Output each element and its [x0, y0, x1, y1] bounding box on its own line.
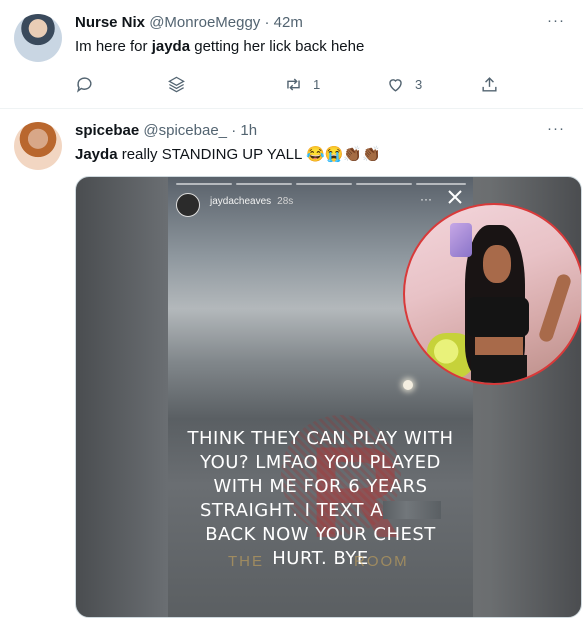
story-progress-bar	[176, 183, 232, 185]
tweet-media-image[interactable]: jaydacheaves 28s ··· R THINK THEY CAN PLA…	[75, 176, 582, 618]
story-progress-bar	[236, 183, 292, 185]
separator: ·	[231, 122, 237, 139]
story-avatar	[176, 193, 200, 217]
tweet-text-post: really STANDING UP YALL 😂😭👏🏾👏🏾	[117, 146, 381, 163]
phone	[450, 223, 472, 257]
more-options-icon[interactable]: ···	[547, 12, 565, 29]
share-stack-button[interactable]	[167, 72, 186, 96]
like-count: 3	[415, 76, 423, 92]
caption-line: STRAIGHT. I TEXT A	[174, 499, 467, 523]
display-name[interactable]: Nurse Nix	[75, 14, 145, 31]
watermark-text: THE ROOM	[228, 553, 409, 570]
inset-photo	[403, 203, 581, 385]
caption-line: BACK NOW YOUR CHEST	[205, 524, 436, 545]
timestamp[interactable]: 42m	[274, 14, 303, 31]
avatar[interactable]	[14, 14, 62, 62]
tweet-text-bold: Jayda	[75, 146, 118, 163]
tweet-text-post: getting her lick back hehe	[190, 38, 365, 55]
retweet-icon	[287, 77, 300, 91]
share-icon	[482, 76, 497, 92]
separator: ·	[264, 14, 270, 31]
tweet-text: Jayda really STANDING UP YALL 😂😭👏🏾👏🏾	[75, 145, 381, 165]
arm	[537, 272, 573, 344]
layers-icon	[168, 76, 185, 92]
caption-line-text: STRAIGHT. I TEXT A	[199, 500, 384, 521]
tweet-text-bold: jayda	[151, 38, 191, 55]
share-button[interactable]	[480, 72, 499, 96]
face	[483, 245, 511, 283]
story-caption: THINK THEY CAN PLAY WITH YOU? LMFAO YOU …	[174, 427, 467, 571]
story-username-text: jaydacheaves	[210, 196, 272, 207]
story-username: jaydacheaves 28s	[210, 196, 293, 207]
watermark-left: THE	[228, 553, 264, 570]
story-progress-bar	[356, 183, 412, 185]
timestamp[interactable]: 1h	[240, 122, 257, 139]
story-time: 28s	[277, 196, 294, 207]
light-spot	[403, 380, 413, 390]
tweet-actions: 1 3	[75, 72, 515, 96]
retweet-button[interactable]: 1	[284, 72, 320, 96]
retweet-count: 1	[313, 76, 321, 92]
story-progress-bar	[416, 183, 466, 185]
like-button[interactable]: 3	[386, 72, 422, 96]
tweet[interactable]: spicebae @spicebae_ · 1h ··· Jayda reall…	[0, 109, 583, 618]
caption-line: WITH ME FOR 6 YEARS	[213, 476, 428, 497]
watermark-right: ROOM	[354, 553, 409, 570]
tweet-text: Im here for jayda getting her lick back …	[75, 37, 364, 57]
more-options-icon[interactable]: ···	[547, 120, 565, 137]
user-handle[interactable]: @spicebae_	[143, 122, 227, 139]
reply-icon	[76, 76, 92, 93]
user-handle[interactable]: @MonroeMeggy	[149, 14, 260, 31]
caption-line: THINK THEY CAN PLAY WITH	[187, 428, 454, 449]
caption-line: YOU? LMFAO YOU PLAYED	[200, 452, 441, 473]
heart-icon	[389, 78, 402, 92]
pants	[471, 355, 527, 383]
display-name[interactable]: spicebae	[75, 122, 139, 139]
close-icon	[448, 190, 462, 204]
tweet-header: spicebae @spicebae_ · 1h	[75, 121, 257, 141]
tweet[interactable]: Nurse Nix @MonroeMeggy · 42m ··· Im here…	[0, 0, 583, 109]
censor-blur	[383, 501, 442, 519]
tweet-text-pre: Im here for	[75, 38, 152, 55]
crop-top	[467, 297, 529, 337]
avatar[interactable]	[14, 122, 62, 170]
story-progress-bar	[296, 183, 352, 185]
story-more-icon: ···	[420, 192, 432, 206]
reply-button[interactable]	[75, 72, 94, 96]
tweet-header: Nurse Nix @MonroeMeggy · 42m	[75, 13, 303, 33]
